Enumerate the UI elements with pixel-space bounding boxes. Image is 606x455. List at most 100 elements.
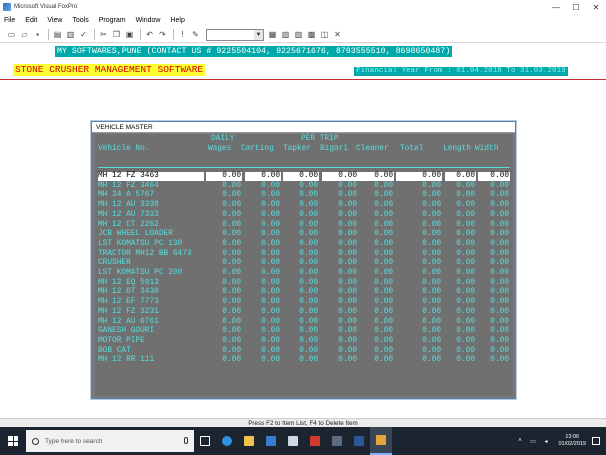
total-cell[interactable]: 0.00: [396, 240, 442, 249]
vehicle-no-cell[interactable]: JCB WHEEL LOADER: [98, 230, 204, 239]
cleaner-cell[interactable]: 0.00: [358, 279, 394, 288]
spell-check-icon[interactable]: ✓: [78, 29, 89, 40]
cleaner-cell[interactable]: 0.00: [358, 221, 394, 230]
carting-cell[interactable]: 0.00: [245, 182, 281, 191]
total-cell[interactable]: 0.00: [396, 191, 442, 200]
length-cell[interactable]: 0.00: [445, 308, 476, 317]
width-cell[interactable]: 0.00: [478, 172, 510, 181]
vehicle-no-cell[interactable]: CRUSHER: [98, 259, 204, 268]
bigari-cell[interactable]: 0.00: [322, 288, 358, 297]
modify-form-icon[interactable]: ✎: [190, 29, 201, 40]
length-cell[interactable]: 0.00: [445, 356, 476, 365]
tapker-cell[interactable]: 0.00: [283, 172, 319, 181]
width-cell[interactable]: 0.00: [478, 221, 510, 230]
bigari-cell[interactable]: 0.00: [322, 250, 358, 259]
cleaner-cell[interactable]: 0.00: [358, 240, 394, 249]
cleaner-cell[interactable]: 0.00: [358, 337, 394, 346]
table-row[interactable]: LST KOMATSU PC 130 0.00 0.00 0.00 0.00 0.00 0.…: [95, 240, 513, 249]
table-row[interactable]: MH 12 FZ 3231 0.00 0.00 0.00 0.00 0.00 0.00 0.0…: [95, 308, 513, 317]
tapker-cell[interactable]: 0.00: [283, 337, 319, 346]
table-row[interactable]: LST KOMATSU PC 200 0.00 0.00 0.00 0.00 0.00 0.…: [95, 269, 513, 278]
wages-cell[interactable]: 0.00: [206, 201, 242, 210]
wages-cell[interactable]: 0.00: [206, 221, 242, 230]
cleaner-cell[interactable]: 0.00: [358, 347, 394, 356]
tapker-cell[interactable]: 0.00: [283, 230, 319, 239]
bigari-cell[interactable]: 0.00: [322, 182, 358, 191]
wages-cell[interactable]: 0.00: [206, 172, 242, 181]
table-row[interactable]: MH 12 DT 3430 0.00 0.00 0.00 0.00 0.00 0.00 0.0…: [95, 288, 513, 297]
wages-cell[interactable]: 0.00: [206, 240, 242, 249]
open-file-icon[interactable]: ▱: [19, 29, 30, 40]
carting-cell[interactable]: 0.00: [245, 172, 281, 181]
wages-cell[interactable]: 0.00: [206, 327, 242, 336]
length-cell[interactable]: 0.00: [445, 298, 476, 307]
vehicle-no-cell[interactable]: LST KOMATSU PC 200: [98, 269, 204, 278]
tapker-cell[interactable]: 0.00: [283, 356, 319, 365]
vehicle-no-cell[interactable]: MH 12 FZ 3231: [98, 308, 204, 317]
wages-cell[interactable]: 0.00: [206, 269, 242, 278]
length-cell[interactable]: 0.00: [445, 337, 476, 346]
bigari-cell[interactable]: 0.00: [322, 337, 358, 346]
width-cell[interactable]: 0.00: [478, 240, 510, 249]
mail-icon[interactable]: [282, 427, 304, 455]
app-red-icon[interactable]: [304, 427, 326, 455]
cleaner-cell[interactable]: 0.00: [358, 172, 394, 181]
autoreport-icon[interactable]: ✕: [332, 29, 343, 40]
tapker-cell[interactable]: 0.00: [283, 240, 319, 249]
vehicle-no-cell[interactable]: MH 12 AU 6761: [98, 318, 204, 327]
wages-cell[interactable]: 0.00: [206, 288, 242, 297]
wages-cell[interactable]: 0.00: [206, 308, 242, 317]
data-session-icon[interactable]: ▧: [280, 29, 291, 40]
vehicle-no-cell[interactable]: MH 12 RR 111: [98, 356, 204, 365]
tapker-cell[interactable]: 0.00: [283, 279, 319, 288]
width-cell[interactable]: 0.00: [478, 308, 510, 317]
menu-view[interactable]: View: [47, 17, 62, 24]
wages-cell[interactable]: 0.00: [206, 318, 242, 327]
tapker-cell[interactable]: 0.00: [283, 250, 319, 259]
wages-cell[interactable]: 0.00: [206, 191, 242, 200]
total-cell[interactable]: 0.00: [396, 201, 442, 210]
save-icon[interactable]: ▪: [32, 29, 43, 40]
wages-cell[interactable]: 0.00: [206, 259, 242, 268]
total-cell[interactable]: 0.00: [396, 347, 442, 356]
total-cell[interactable]: 0.00: [396, 211, 442, 220]
total-cell[interactable]: 0.00: [396, 279, 442, 288]
table-row[interactable]: MH 12 FZ 3464 0.00 0.00 0.00 0.00 0.00 0.00 0.0…: [95, 182, 513, 191]
carting-cell[interactable]: 0.00: [245, 298, 281, 307]
carting-cell[interactable]: 0.00: [245, 250, 281, 259]
width-cell[interactable]: 0.00: [478, 327, 510, 336]
vehicle-no-cell[interactable]: MH 34 A 5767: [98, 191, 204, 200]
chevron-down-icon[interactable]: ▼: [254, 29, 263, 40]
command-window-icon[interactable]: ▦: [267, 29, 278, 40]
cleaner-cell[interactable]: 0.00: [358, 308, 394, 317]
new-file-icon[interactable]: ▭: [6, 29, 17, 40]
tapker-cell[interactable]: 0.00: [283, 269, 319, 278]
width-cell[interactable]: 0.00: [478, 211, 510, 220]
table-row[interactable]: JCB WHEEL LOADER 0.00 0.00 0.00 0.00 0.00 0.00…: [95, 230, 513, 239]
print-preview-icon[interactable]: ▥: [65, 29, 76, 40]
width-cell[interactable]: 0.00: [478, 356, 510, 365]
vehicle-no-cell[interactable]: TRACTOR MH12 BB 6473: [98, 250, 204, 259]
length-cell[interactable]: 0.00: [445, 250, 476, 259]
carting-cell[interactable]: 0.00: [245, 191, 281, 200]
cleaner-cell[interactable]: 0.00: [358, 288, 394, 297]
cleaner-cell[interactable]: 0.00: [358, 250, 394, 259]
table-row[interactable]: MH 12 AU 7333 0.00 0.00 0.00 0.00 0.00 0.00 0.0…: [95, 211, 513, 220]
width-cell[interactable]: 0.00: [478, 298, 510, 307]
width-cell[interactable]: 0.00: [478, 250, 510, 259]
bigari-cell[interactable]: 0.00: [322, 259, 358, 268]
taskbar-clock[interactable]: 13:06 01/02/2019: [558, 434, 586, 448]
edge-icon[interactable]: [216, 427, 238, 455]
network-icon[interactable]: ▭: [528, 437, 537, 446]
tapker-cell[interactable]: 0.00: [283, 191, 319, 200]
table-row[interactable]: MH 34 A 5767 0.00 0.00 0.00 0.00 0.00 0.00 0.00…: [95, 191, 513, 200]
total-cell[interactable]: 0.00: [396, 298, 442, 307]
wages-cell[interactable]: 0.00: [206, 356, 242, 365]
length-cell[interactable]: 0.00: [445, 221, 476, 230]
length-cell[interactable]: 0.00: [445, 259, 476, 268]
length-cell[interactable]: 0.00: [445, 191, 476, 200]
length-cell[interactable]: 0.00: [445, 211, 476, 220]
carting-cell[interactable]: 0.00: [245, 230, 281, 239]
width-cell[interactable]: 0.00: [478, 182, 510, 191]
bigari-cell[interactable]: 0.00: [322, 211, 358, 220]
